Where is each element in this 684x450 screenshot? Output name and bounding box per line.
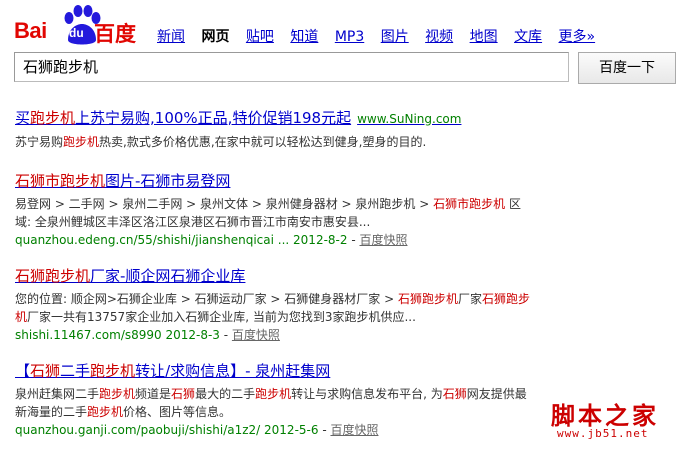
result-title-link[interactable]: 石狮市跑步机图片-石狮市易登网 bbox=[15, 170, 680, 191]
result-abs-keyword: 石狮 bbox=[171, 387, 196, 401]
result-abs-text: 厂家 bbox=[457, 292, 482, 306]
result-abs-keyword: 石狮跑步 bbox=[482, 292, 531, 306]
result-title-keyword: 石狮市跑步机 bbox=[15, 172, 106, 190]
result-title-link[interactable]: 【石狮二手跑步机转让/求购信息】- 泉州赶集网 bbox=[15, 360, 680, 381]
result-abs-keyword: 跑步机 bbox=[99, 387, 136, 401]
nav-item-video[interactable]: 视频 bbox=[425, 29, 453, 45]
result-title-pre: 【 bbox=[15, 362, 31, 380]
result-abs-text: 价格、图片等信息。 bbox=[123, 405, 232, 419]
result-abs-keyword: 石狮 bbox=[442, 387, 467, 401]
result-abs-text: 新海量的二手 bbox=[15, 405, 88, 419]
nav-item-web[interactable]: 网页 bbox=[201, 29, 229, 45]
result-abs-keyword: 跑步机 bbox=[255, 387, 292, 401]
nav-item-map[interactable]: 地图 bbox=[470, 29, 498, 45]
result-title-mid: 二手 bbox=[60, 362, 91, 380]
result-abs-text: 域: 全泉州鲤城区丰泽区洛江区泉港区石狮市晋江市南安市惠安县... bbox=[15, 215, 371, 229]
result-abs-keyword: 机 bbox=[15, 310, 28, 324]
ad-title-post: 上苏宁易购,100%正品,特价促销198元起 bbox=[75, 109, 352, 127]
search-button[interactable]: 百度一下 bbox=[578, 52, 676, 84]
result-cite-url: shishi.11467.com/s8990 2012-8-3 bbox=[15, 328, 220, 342]
ad-abs-keyword: 跑步机 bbox=[63, 135, 100, 149]
result-abs-keyword: 跑步机 bbox=[87, 405, 124, 419]
ad-title-link[interactable]: 买跑步机上苏宁易购,100%正品,特价促销198元起 www.SuNing.com bbox=[15, 107, 680, 128]
ad-title-keyword: 跑步机 bbox=[30, 109, 76, 127]
result-abs-text: 易登网 > 二手网 > 泉州二手网 > 泉州文体 > 泉州健身器材 > 泉州跑步… bbox=[15, 197, 434, 211]
result-abs-text: 您的位置: 顺企网>石狮企业库 > 石狮运动厂家 > 石狮健身器材厂家 > bbox=[15, 292, 398, 306]
ad-title-pre: 买 bbox=[15, 109, 31, 127]
search-result: 石狮跑步机厂家-顺企网石狮企业库 您的位置: 顺企网>石狮企业库 > 石狮运动厂… bbox=[15, 265, 680, 344]
result-abs-text: 网友提供最 bbox=[466, 387, 527, 401]
nav-item-zhidao[interactable]: 知道 bbox=[290, 29, 318, 45]
result-title-link[interactable]: 石狮跑步机厂家-顺企网石狮企业库 bbox=[15, 265, 680, 286]
top-nav: 新闻 网页 贴吧 知道 MP3 图片 视频 地图 文库 更多» bbox=[157, 26, 607, 46]
nav-item-images[interactable]: 图片 bbox=[381, 29, 409, 45]
result-abs-text: 泉州赶集网二手 bbox=[15, 387, 100, 401]
ad-abstract: 苏宁易购跑步机热卖,款式多价格优惠,在家中就可以轻松达到健身,塑身的目的. bbox=[15, 132, 680, 152]
nav-item-tieba[interactable]: 贴吧 bbox=[246, 29, 274, 45]
result-cache-link[interactable]: 百度快照 bbox=[232, 328, 280, 342]
result-cache-link[interactable]: 百度快照 bbox=[330, 423, 378, 437]
result-abs-text: 最大的二手 bbox=[195, 387, 256, 401]
result-title-keyword: 石狮 bbox=[30, 362, 61, 380]
result-abs-keyword: 石狮市跑步机 bbox=[433, 197, 506, 211]
ad-abs-pre: 苏宁易购 bbox=[15, 135, 64, 149]
result-abs-text: 区 bbox=[505, 197, 521, 211]
result-abs-text: 频道是 bbox=[135, 387, 172, 401]
result-abs-text: 转让与求购信息发布平台, 为 bbox=[291, 387, 443, 401]
result-abstract: 易登网 > 二手网 > 泉州二手网 > 泉州文体 > 泉州健身器材 > 泉州跑步… bbox=[15, 197, 521, 247]
result-title-keyword: 石狮跑步机 bbox=[15, 267, 91, 285]
result-cite-url: quanzhou.ganji.com/paobuji/shishi/a1z2/ … bbox=[15, 423, 319, 437]
ad-abs-post: 热卖,款式多价格优惠,在家中就可以轻松达到健身,塑身的目的. bbox=[99, 135, 427, 149]
watermark: 脚本之家 www.jb51.net bbox=[545, 396, 675, 444]
ad-result: 买跑步机上苏宁易购,100%正品,特价促销198元起 www.SuNing.com… bbox=[15, 107, 680, 152]
nav-item-wenku[interactable]: 文库 bbox=[514, 29, 542, 45]
watermark-cn-text: 脚本之家 bbox=[551, 401, 659, 430]
nav-item-news[interactable]: 新闻 bbox=[157, 29, 185, 45]
result-title-keyword: 跑步机 bbox=[90, 362, 136, 380]
result-abs-keyword: 石狮跑步机 bbox=[397, 292, 458, 306]
logo-bai-text: Bai bbox=[14, 18, 47, 43]
search-result: 石狮市跑步机图片-石狮市易登网 易登网 > 二手网 > 泉州二手网 > 泉州文体… bbox=[15, 170, 680, 249]
search-input[interactable]: 石狮跑步机 bbox=[14, 52, 569, 82]
logo-du-text: du bbox=[69, 26, 84, 40]
watermark-url-text: www.jb51.net bbox=[557, 427, 649, 440]
result-abstract: 您的位置: 顺企网>石狮企业库 > 石狮运动厂家 > 石狮健身器材厂家 > 石狮… bbox=[15, 292, 531, 342]
result-cache-link[interactable]: 百度快照 bbox=[359, 233, 407, 247]
nav-item-mp3[interactable]: MP3 bbox=[335, 29, 364, 45]
baidu-logo[interactable]: Bai du 百度 bbox=[14, 4, 142, 46]
result-title-post: 图片-石狮市易登网 bbox=[105, 172, 231, 190]
logo-baidu-cn-text: 百度 bbox=[94, 22, 136, 46]
nav-item-more[interactable]: 更多» bbox=[559, 29, 596, 45]
result-title-post: 厂家-顺企网石狮企业库 bbox=[90, 267, 246, 285]
result-cite-url: quanzhou.edeng.cn/55/shishi/jianshenqica… bbox=[15, 233, 348, 247]
result-title-post: 转让/求购信息】- 泉州赶集网 bbox=[135, 362, 331, 380]
ad-url[interactable]: www.SuNing.com bbox=[357, 112, 461, 126]
result-abs-text: 厂家一共有13757家企业加入石狮企业库, 当前为您找到3家跑步机供应... bbox=[27, 310, 416, 324]
